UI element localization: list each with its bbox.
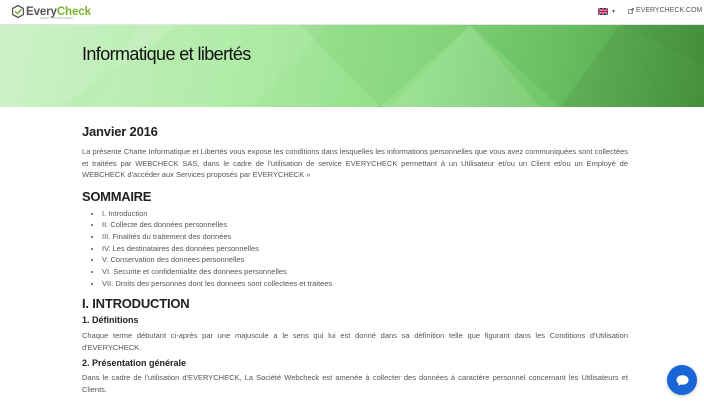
logo-mark-icon xyxy=(12,5,24,18)
summary-item: VII. Droits des personnes dont les donne… xyxy=(102,278,628,290)
logo-every-text: Every xyxy=(26,5,57,18)
summary-item: IV. Les destinataires des données person… xyxy=(102,243,628,255)
summary-list: I. Introduction II. Collecte des données… xyxy=(82,208,628,290)
chat-bubble-icon xyxy=(676,374,688,386)
external-link-label: EVERYCHECK.COM xyxy=(636,7,703,14)
summary-item: I. Introduction xyxy=(102,208,628,220)
external-link-icon xyxy=(628,7,634,14)
presentation-heading: 2. Présentation générale xyxy=(82,358,187,369)
page-banner: Informatique et libertés xyxy=(0,25,704,107)
uk-flag-icon xyxy=(598,8,608,15)
language-selector[interactable]: ▼ xyxy=(598,8,616,15)
chat-launcher-button[interactable] xyxy=(667,365,697,395)
top-navbar: EveryCheck SAFETY WITH EFFICIENCY ▼ EVER… xyxy=(0,0,704,25)
logo-tagline: SAFETY WITH EFFICIENCY xyxy=(40,17,74,20)
date-heading: Janvier 2016 xyxy=(82,124,158,139)
page-title: Informatique et libertés xyxy=(82,44,251,64)
summary-heading: SOMMAIRE xyxy=(82,188,152,204)
definitions-heading: 1. Définitions xyxy=(82,315,139,326)
summary-item: III. Finalités du traitement des données xyxy=(102,231,628,243)
chevron-down-icon: ▼ xyxy=(611,8,616,15)
summary-item: V. Conservation des donnees personnelles xyxy=(102,254,628,266)
everycheck-logo[interactable]: EveryCheck SAFETY WITH EFFICIENCY xyxy=(12,5,91,20)
main-content: Janvier 2016 La présente Charte Informat… xyxy=(82,124,628,395)
everycheck-website-link[interactable]: EVERYCHECK.COM xyxy=(628,7,702,14)
logo-check-text: Check xyxy=(56,5,91,18)
logo-wordmark: EveryCheck xyxy=(26,6,91,18)
summary-item: II. Collecte des données personnelles xyxy=(102,219,628,231)
summary-item: VI. Securite et confidentialite des donn… xyxy=(102,266,628,278)
section-introduction-heading: I. INTRODUCTION xyxy=(82,296,190,312)
banner-background xyxy=(0,25,704,107)
definitions-paragraph: Chaque terme débutant ci-après par une m… xyxy=(82,331,628,352)
intro-paragraph: La présente Charte Informatique et Liber… xyxy=(82,147,628,179)
presentation-paragraph: Dans le cadre de l'utilisation d'EVERYCH… xyxy=(82,373,628,394)
